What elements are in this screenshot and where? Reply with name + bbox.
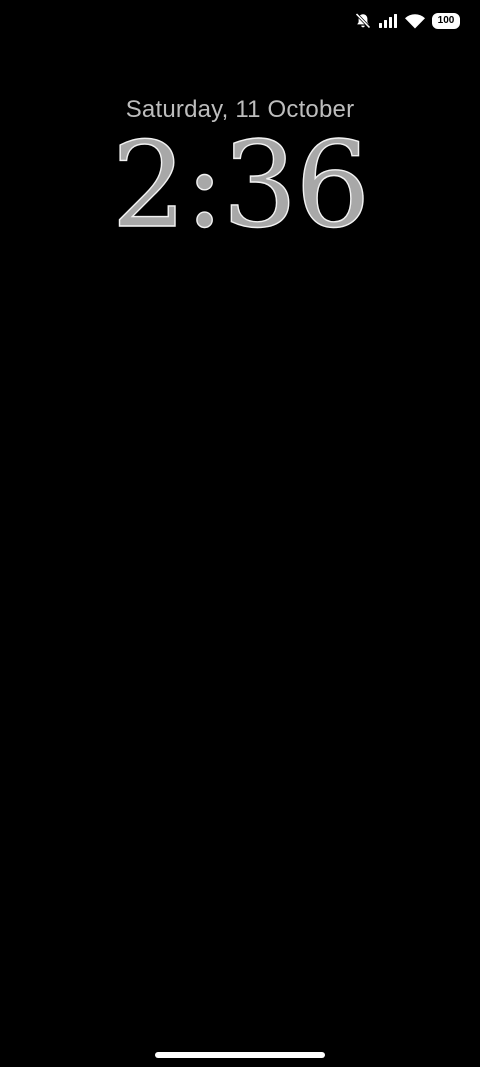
status-bar: 100: [354, 10, 460, 32]
home-indicator[interactable]: [155, 1052, 325, 1058]
battery-icon: 100: [432, 13, 460, 29]
wifi-icon: [404, 13, 426, 29]
battery-level: 100: [437, 15, 455, 26]
cellular-signal-icon: [378, 13, 398, 29]
lock-screen-clock: 2:36: [111, 116, 371, 254]
bell-muted-icon: [354, 12, 372, 30]
battery-body: 100: [432, 13, 460, 29]
